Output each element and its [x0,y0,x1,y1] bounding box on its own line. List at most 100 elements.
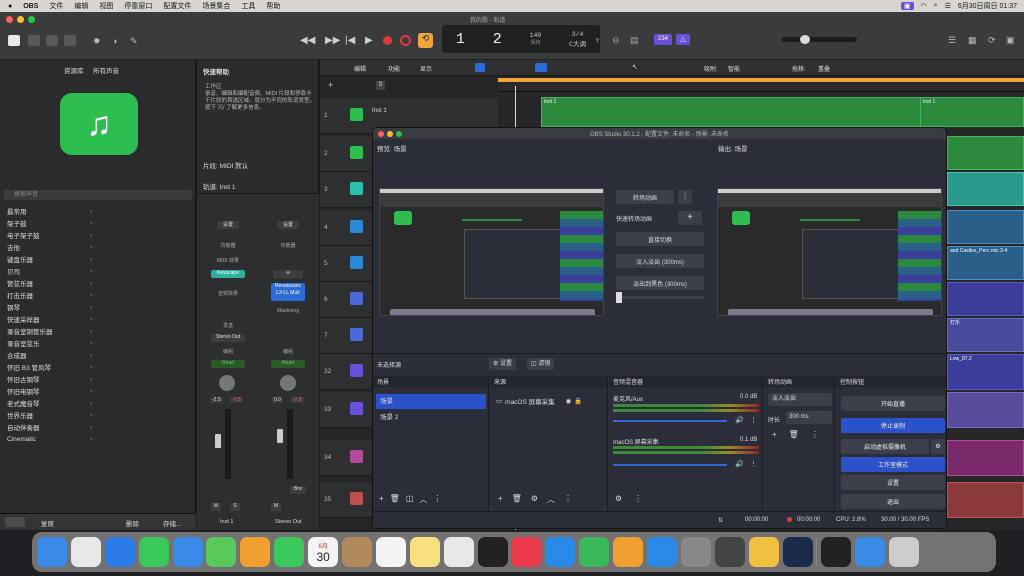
drum-region[interactable] [947,172,1024,206]
music-icon[interactable] [511,537,542,567]
messages-icon[interactable] [138,537,169,567]
maps-icon[interactable] [206,537,237,567]
stop-recording-button[interactable]: 停止录制 [841,418,945,433]
library-category-19[interactable]: Cinematic › [0,433,100,445]
snap-select[interactable]: 智能 [728,64,740,73]
group-slot-2[interactable]: 编组 [271,348,305,355]
mixer-track-1-slider[interactable] [613,420,727,422]
mixer-menu-icon[interactable]: ⋮ [634,494,642,503]
audio-region-2[interactable]: and Castles_Perc mix 3-4 [947,246,1024,280]
steam-icon[interactable] [782,537,813,567]
loop-browser-icon[interactable]: ⟳ [988,35,996,46]
launchpad-icon[interactable] [70,537,101,567]
keynote-icon[interactable] [545,537,576,567]
photos-icon[interactable] [240,537,271,567]
list-editors-icon[interactable]: ☰ [948,35,956,46]
menu-help[interactable]: 帮助 [266,1,280,11]
quick-help-icon[interactable] [46,35,58,46]
audio-region-7[interactable] [947,440,1024,476]
global-tracks-icon[interactable]: S [376,81,385,90]
menu-scene-collection[interactable]: 场景集合 [202,1,230,11]
functions-menu[interactable]: 功能 [388,64,400,73]
transition-props-icon[interactable]: ⋮ [811,430,819,439]
lcd-display[interactable]: 1 2 140 保持 3/4 C大调 [442,25,600,53]
wifi-icon[interactable]: ◠ [921,2,927,10]
add-track-icon[interactable]: + [328,80,333,90]
apple-tv-icon[interactable] [477,537,508,567]
solo-button-1[interactable]: S [230,503,240,511]
filters-button[interactable]: ◫ 滤镜 [527,358,555,370]
notepad-icon[interactable]: ▦ [968,35,977,46]
edit-menu[interactable]: 编辑 [354,64,366,73]
record-settings-icon[interactable] [400,35,411,46]
save-patch-button[interactable]: 存储... [163,518,181,528]
settings-icon[interactable]: ✹ [93,36,101,47]
remove-scene-icon[interactable]: 🗑 [390,494,400,505]
automation-read-1[interactable]: Read [211,360,245,368]
mixer-track-2-speaker-icon[interactable]: 🔊 [735,460,744,468]
rewind-icon[interactable]: ◀◀ [300,35,315,46]
virtual-camera-button[interactable]: 启动虚拟摄像机 [841,439,929,454]
reminders-icon[interactable] [375,537,406,567]
master-volume-knob[interactable] [800,35,810,44]
strip1-eq[interactable]: 均衡器 [217,242,239,249]
obs-close-icon[interactable] [378,131,384,137]
scene-menu-icon[interactable]: ⋮ [433,494,441,505]
virtual-camera-settings-icon[interactable]: ⚙ [931,439,945,454]
library-menu-icon[interactable] [5,517,25,527]
app-store-icon[interactable] [647,537,678,567]
obs-zoom-icon[interactable] [396,131,402,137]
obs-minimize-icon[interactable] [387,131,393,137]
control-center-icon[interactable]: ☰ [945,2,951,10]
zoom-window-icon[interactable] [28,16,35,23]
volume-fader-2[interactable] [277,429,283,443]
count-in-icon[interactable]: ⊖ [612,35,620,46]
strip2-setting-button[interactable]: 设置 [277,221,299,229]
menu-file[interactable]: 文件 [49,1,63,11]
library-category-10[interactable]: 录音室铜管乐器 › [0,325,100,337]
studio-mode-button[interactable]: 工作室模式 [841,457,945,472]
mastering-slot[interactable]: Mastering [271,308,305,314]
track-inspector-label[interactable]: 轨道: Inst 1 [203,181,236,191]
counter-badge[interactable]: 234 [654,34,672,45]
tbar-handle[interactable] [616,292,622,303]
midi-region-3[interactable] [947,136,1024,170]
play-icon[interactable]: ▶ [365,35,373,46]
library-category-11[interactable]: 录音室弦乐 › [0,337,100,349]
pan-knob-1[interactable] [219,375,235,391]
pencil-icon[interactable]: ✎ [130,36,138,47]
tuner-icon[interactable]: ◑ [112,36,117,46]
exit-button[interactable]: 退出 [841,494,945,509]
remove-transition-icon[interactable]: 🗑 [789,430,799,439]
menu-profile[interactable]: 配置文件 [163,1,191,11]
library-category-0[interactable]: 最常用 › [0,205,100,217]
transition-menu-icon[interactable]: ⋮ [678,190,692,204]
mixer-track-1-menu-icon[interactable]: ⋮ [750,416,757,424]
audio-fx-label[interactable]: 音频效果 [211,290,245,297]
record-button[interactable] [383,36,392,45]
inspector-toggle-icon[interactable] [28,35,40,46]
lock-icon[interactable]: 🔒 [574,397,582,405]
metronome-icon[interactable]: △ [676,34,690,45]
cycle-button[interactable]: ⟲ [418,33,433,48]
strip2-eq[interactable]: 均衡器 [277,242,299,249]
menu-edit[interactable]: 编辑 [74,1,88,11]
go-to-start-icon[interactable]: |◀ [345,35,355,46]
library-category-5[interactable]: 贝司 › [0,265,100,277]
send-slot[interactable]: 发送 [211,322,245,329]
cut-transition-select[interactable]: 直接切换 [616,232,704,246]
fade-transition-select[interactable]: 淡入淡出 (300ms) [616,254,704,268]
scene-up-icon[interactable]: ︿ [419,494,427,505]
tbar-track[interactable] [616,292,704,303]
apple-icon[interactable]: ● [8,3,12,10]
mixer-track-1-speaker-icon[interactable]: 🔊 [735,416,744,424]
menu-tools[interactable]: 工具 [241,1,255,11]
source-menu-icon[interactable]: ⋮ [564,494,572,505]
instrument-slot[interactable]: Keyscape [211,270,245,278]
library-category-18[interactable]: 自动伴奏器 › [0,421,100,433]
safari-icon[interactable] [104,537,135,567]
remove-source-icon[interactable]: 🗑 [512,494,522,505]
settings-button[interactable]: 设置 [841,475,945,490]
menu-app-name[interactable]: OBS [23,3,38,10]
add-transition-icon[interactable]: + [772,430,777,439]
